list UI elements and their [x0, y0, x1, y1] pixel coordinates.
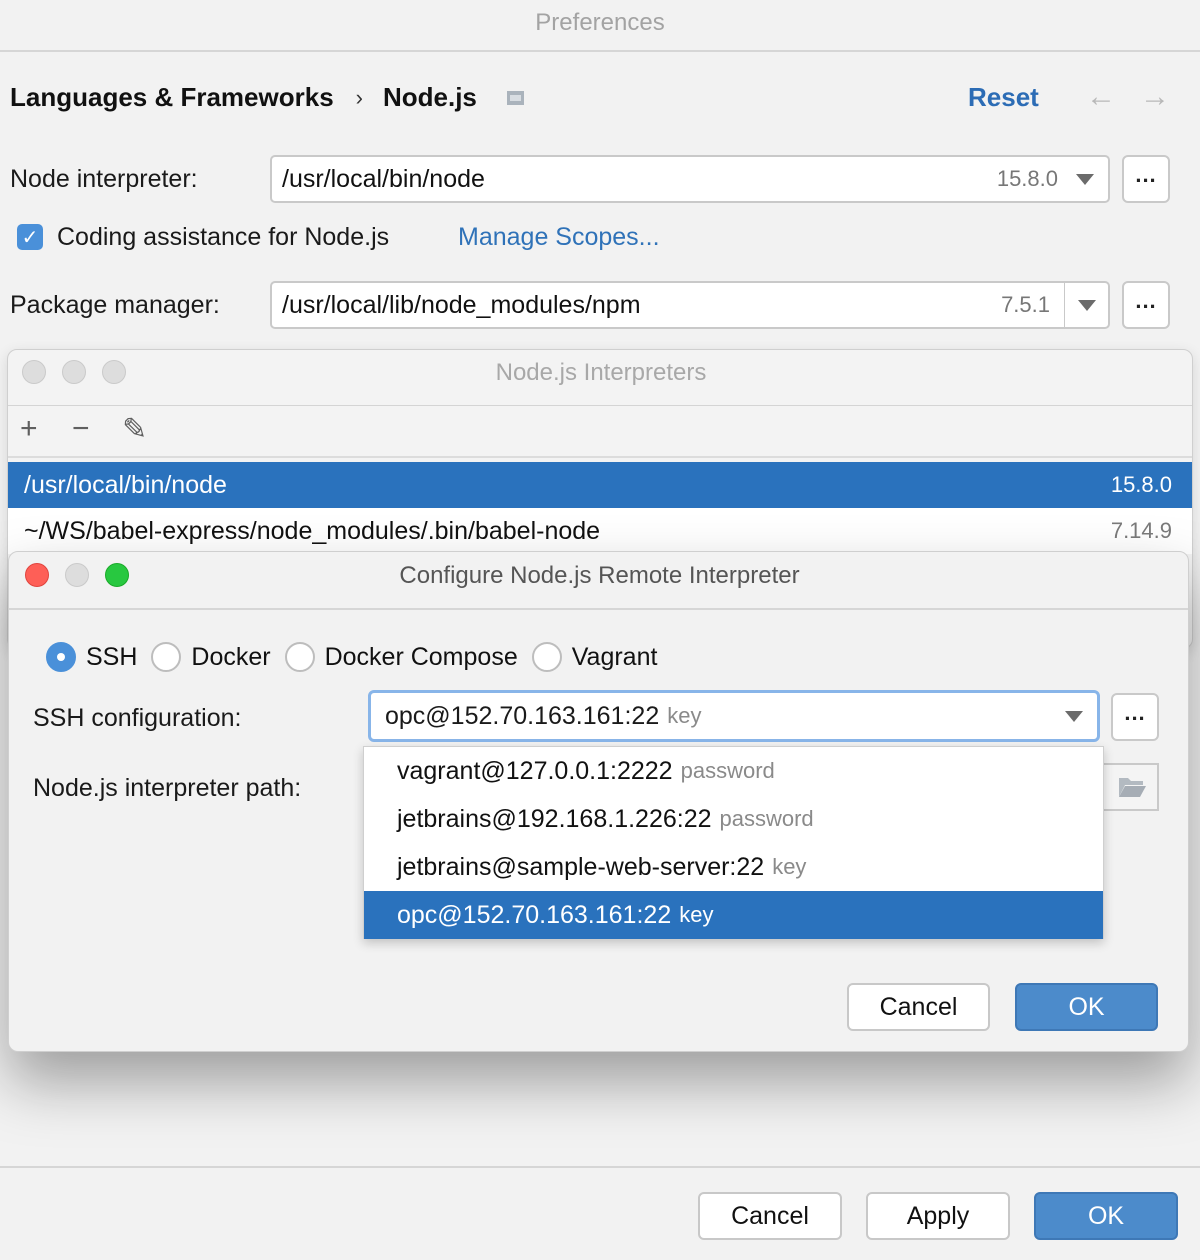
interpreter-path: /usr/local/bin/node	[24, 470, 227, 499]
add-icon[interactable]: +	[20, 412, 38, 446]
forward-arrow-icon[interactable]: →	[1140, 80, 1170, 114]
radio-docker-compose[interactable]	[284, 642, 315, 672]
coding-assistance-checkbox[interactable]: ✓	[17, 224, 43, 250]
package-manager-value: /usr/local/lib/node_modules/npm	[282, 290, 641, 319]
dialog-ok-button[interactable]: OK	[1015, 983, 1158, 1031]
chevron-down-icon	[1065, 710, 1083, 722]
radio-vagrant-label[interactable]: Vagrant	[572, 643, 658, 672]
node-interpreter-browse-button[interactable]: ...	[1122, 155, 1170, 203]
project-scope-icon	[506, 90, 524, 105]
footer-divider	[0, 1166, 1200, 1168]
edit-icon[interactable]: ✎	[122, 412, 147, 447]
interpreter-version: 7.14.9	[1110, 518, 1172, 543]
window-title: Preferences	[0, 0, 1200, 52]
radio-docker[interactable]	[151, 642, 182, 672]
reset-link[interactable]: Reset	[968, 82, 1039, 113]
chevron-down-icon	[1077, 299, 1096, 311]
option-host: vagrant@127.0.0.1:2222	[397, 756, 673, 785]
dropdown-option-selected[interactable]: opc@152.70.163.161:22 key	[364, 891, 1103, 939]
interpreters-window-title: Node.js Interpreters	[495, 359, 707, 386]
package-manager-browse-button[interactable]: ...	[1122, 281, 1170, 329]
radio-vagrant[interactable]	[531, 642, 562, 672]
option-host: jetbrains@sample-web-server:22	[397, 852, 765, 881]
cancel-button[interactable]: Cancel	[698, 1192, 842, 1240]
breadcrumb-item-languages-frameworks[interactable]: Languages & Frameworks	[10, 82, 334, 113]
ok-button[interactable]: OK	[1034, 1192, 1178, 1240]
option-auth: password	[680, 758, 775, 783]
radio-docker-label[interactable]: Docker	[191, 643, 270, 672]
interpreter-type-radio-group: SSH Docker Docker Compose Vagrant	[46, 642, 671, 672]
coding-assistance-label: Coding assistance for Node.js	[57, 223, 390, 251]
node-interpreter-value: /usr/local/bin/node	[282, 164, 485, 193]
package-manager-dropdown-button[interactable]	[1064, 283, 1108, 327]
divider	[8, 405, 1192, 406]
option-auth: key	[679, 902, 714, 927]
option-auth: key	[772, 854, 807, 879]
node-interpreter-select[interactable]: /usr/local/bin/node 15.8.0	[270, 155, 1110, 203]
back-arrow-icon[interactable]: ←	[1086, 80, 1116, 114]
dropdown-option[interactable]: jetbrains@sample-web-server:22 key	[364, 843, 1103, 891]
option-host: opc@152.70.163.161:22	[397, 900, 672, 929]
folder-icon	[1119, 778, 1146, 797]
package-manager-label: Package manager:	[10, 291, 220, 319]
apply-button[interactable]: Apply	[866, 1192, 1010, 1240]
remove-icon[interactable]: −	[72, 412, 90, 446]
divider	[9, 608, 1188, 610]
node-interpreter-label: Node interpreter:	[10, 165, 198, 193]
chevron-down-icon	[1076, 173, 1094, 185]
interpreter-path: ~/WS/babel-express/node_modules/.bin/bab…	[24, 516, 601, 545]
breadcrumb-separator: ›	[355, 84, 363, 110]
dialog-cancel-button[interactable]: Cancel	[847, 983, 990, 1031]
option-host: jetbrains@192.168.1.226:22	[397, 804, 712, 833]
interpreter-version: 15.8.0	[1110, 472, 1172, 497]
ssh-configuration-value: opc@152.70.163.161:22	[385, 701, 660, 730]
radio-docker-compose-label[interactable]: Docker Compose	[325, 643, 518, 672]
option-auth: password	[719, 806, 814, 831]
interpreter-path-label: Node.js interpreter path:	[33, 774, 302, 802]
package-manager-version: 7.5.1	[1001, 292, 1050, 317]
breadcrumb: Languages & Frameworks › Node.js	[10, 82, 524, 113]
ssh-configuration-browse-button[interactable]: ...	[1111, 693, 1159, 741]
breadcrumb-item-nodejs: Node.js	[382, 82, 477, 112]
ssh-configuration-select[interactable]: opc@152.70.163.161:22 key	[368, 690, 1100, 742]
manage-scopes-link[interactable]: Manage Scopes...	[458, 223, 660, 252]
divider	[8, 456, 1192, 458]
ssh-configuration-auth: key	[667, 703, 702, 728]
ssh-configuration-dropdown: vagrant@127.0.0.1:2222 password jetbrain…	[363, 746, 1104, 939]
radio-ssh[interactable]	[46, 642, 76, 672]
dropdown-option[interactable]: vagrant@127.0.0.1:2222 password	[364, 747, 1103, 795]
remote-dialog-title: Configure Node.js Remote Interpreter	[399, 562, 800, 589]
radio-ssh-label[interactable]: SSH	[86, 643, 137, 672]
dropdown-option[interactable]: jetbrains@192.168.1.226:22 password	[364, 795, 1103, 843]
interpreter-list-item[interactable]: ~/WS/babel-express/node_modules/.bin/bab…	[8, 508, 1192, 554]
ssh-configuration-label: SSH configuration:	[33, 704, 242, 732]
interpreter-list-item[interactable]: /usr/local/bin/node 15.8.0	[8, 462, 1192, 508]
node-interpreter-version: 15.8.0	[996, 166, 1058, 191]
package-manager-select[interactable]: /usr/local/lib/node_modules/npm 7.5.1	[270, 281, 1110, 329]
